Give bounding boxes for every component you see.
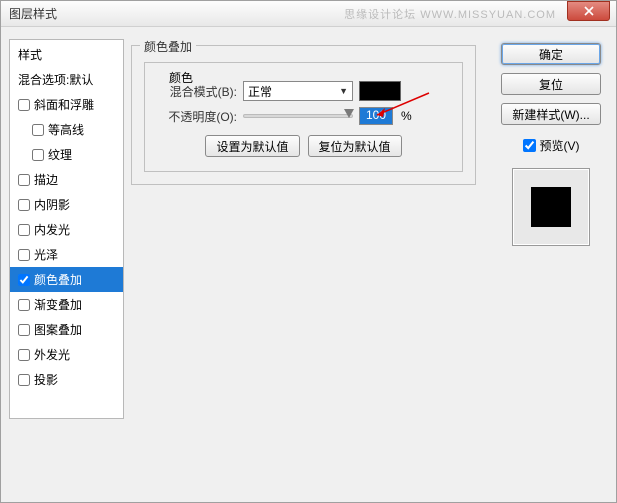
- layer-style-dialog: 图层样式 思缘设计论坛 WWW.MISSYUAN.COM 样式 混合选项:默认 …: [0, 0, 617, 503]
- style-item-checkbox[interactable]: [18, 99, 30, 111]
- style-item-1[interactable]: 等高线: [10, 117, 123, 142]
- style-item-checkbox[interactable]: [18, 274, 30, 286]
- style-item-label: 斜面和浮雕: [34, 96, 94, 113]
- style-item-7[interactable]: 颜色叠加: [10, 267, 123, 292]
- color-overlay-fieldset: 颜色叠加 颜色 混合模式(B): 正常 ▼ 不透明度(O):: [131, 45, 476, 185]
- default-buttons-row: 设置为默认值 复位为默认值: [155, 135, 452, 157]
- style-item-checkbox[interactable]: [18, 324, 30, 336]
- watermark: 思缘设计论坛 WWW.MISSYUAN.COM: [344, 6, 556, 22]
- opacity-label: 不透明度(O):: [155, 108, 237, 125]
- titlebar: 图层样式 思缘设计论坛 WWW.MISSYUAN.COM: [1, 1, 616, 27]
- style-item-label: 颜色叠加: [34, 271, 82, 288]
- right-button-panel: 确定 复位 新建样式(W)... 预览(V): [496, 43, 606, 246]
- opacity-unit: %: [401, 109, 412, 123]
- style-item-0[interactable]: 斜面和浮雕: [10, 92, 123, 117]
- style-item-3[interactable]: 描边: [10, 167, 123, 192]
- style-item-8[interactable]: 渐变叠加: [10, 292, 123, 317]
- close-button[interactable]: [567, 1, 610, 21]
- style-item-2[interactable]: 纹理: [10, 142, 123, 167]
- blend-mode-row: 混合模式(B): 正常 ▼: [155, 81, 452, 101]
- cancel-button[interactable]: 复位: [501, 73, 601, 95]
- color-group: 颜色 混合模式(B): 正常 ▼ 不透明度(O):: [144, 62, 463, 172]
- style-item-6[interactable]: 光泽: [10, 242, 123, 267]
- style-item-label: 外发光: [34, 346, 70, 363]
- close-icon: [584, 6, 594, 16]
- style-item-label: 等高线: [48, 121, 84, 138]
- styles-list-panel: 样式 混合选项:默认 斜面和浮雕等高线纹理描边内阴影内发光光泽颜色叠加渐变叠加图…: [9, 39, 124, 419]
- window-title: 图层样式: [9, 5, 57, 22]
- preview-swatch: [531, 187, 571, 227]
- style-item-checkbox[interactable]: [32, 124, 44, 136]
- content: 样式 混合选项:默认 斜面和浮雕等高线纹理描边内阴影内发光光泽颜色叠加渐变叠加图…: [1, 29, 616, 502]
- reset-default-button[interactable]: 复位为默认值: [308, 135, 402, 157]
- style-item-label: 图案叠加: [34, 321, 82, 338]
- chevron-down-icon: ▼: [339, 86, 348, 96]
- preview-label: 预览(V): [540, 137, 580, 154]
- blend-mode-select[interactable]: 正常 ▼: [243, 81, 353, 101]
- style-item-label: 内发光: [34, 221, 70, 238]
- style-item-11[interactable]: 投影: [10, 367, 123, 392]
- style-item-checkbox[interactable]: [18, 224, 30, 236]
- panel-title: 颜色叠加: [140, 38, 196, 55]
- effect-settings-panel: 颜色叠加 颜色 混合模式(B): 正常 ▼ 不透明度(O):: [131, 39, 476, 459]
- style-item-label: 渐变叠加: [34, 296, 82, 313]
- style-item-checkbox[interactable]: [18, 249, 30, 261]
- preview-toggle-row: 预览(V): [496, 137, 606, 154]
- style-item-label: 光泽: [34, 246, 58, 263]
- opacity-row: 不透明度(O): 100 %: [155, 107, 452, 125]
- style-item-checkbox[interactable]: [18, 299, 30, 311]
- blending-options-row[interactable]: 混合选项:默认: [10, 67, 123, 92]
- slider-thumb-icon: [344, 109, 354, 118]
- styles-header[interactable]: 样式: [10, 40, 123, 67]
- style-item-5[interactable]: 内发光: [10, 217, 123, 242]
- opacity-input[interactable]: 100: [359, 107, 393, 125]
- style-item-label: 描边: [34, 171, 58, 188]
- style-item-4[interactable]: 内阴影: [10, 192, 123, 217]
- new-style-button[interactable]: 新建样式(W)...: [501, 103, 601, 125]
- blending-options-label: 混合选项:默认: [18, 71, 93, 88]
- preview-box: [512, 168, 590, 246]
- style-item-checkbox[interactable]: [32, 149, 44, 161]
- make-default-button[interactable]: 设置为默认值: [205, 135, 299, 157]
- style-item-checkbox[interactable]: [18, 174, 30, 186]
- style-item-checkbox[interactable]: [18, 349, 30, 361]
- overlay-color-swatch[interactable]: [359, 81, 401, 101]
- style-item-9[interactable]: 图案叠加: [10, 317, 123, 342]
- preview-checkbox[interactable]: [523, 139, 536, 152]
- ok-button[interactable]: 确定: [501, 43, 601, 65]
- style-item-label: 内阴影: [34, 196, 70, 213]
- color-group-legend: 颜色: [165, 69, 197, 86]
- style-item-label: 投影: [34, 371, 58, 388]
- opacity-slider[interactable]: [243, 114, 353, 118]
- style-item-checkbox[interactable]: [18, 374, 30, 386]
- style-item-label: 纹理: [48, 146, 72, 163]
- style-item-checkbox[interactable]: [18, 199, 30, 211]
- blend-mode-value: 正常: [248, 83, 272, 100]
- style-item-10[interactable]: 外发光: [10, 342, 123, 367]
